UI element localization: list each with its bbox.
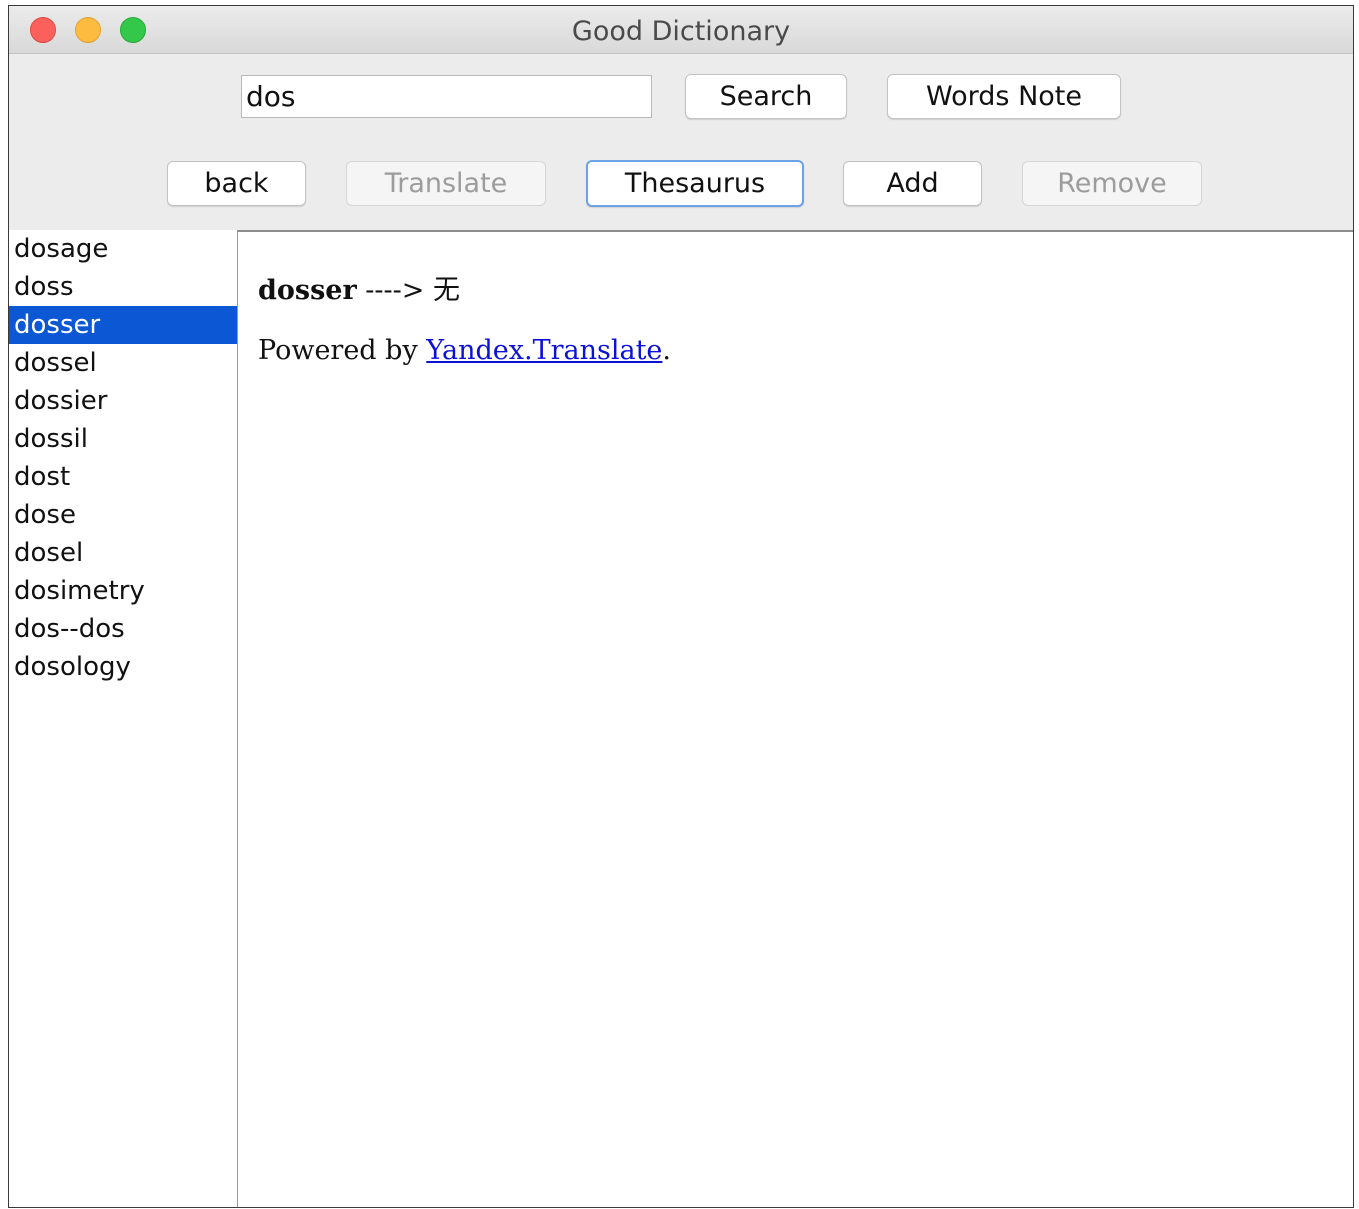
- word-list-item[interactable]: dost: [9, 458, 237, 496]
- add-button[interactable]: Add: [843, 161, 982, 206]
- words-note-button[interactable]: Words Note: [887, 74, 1121, 119]
- app-window: Good Dictionary Search Words Note back T…: [8, 5, 1354, 1208]
- translation-text: 无: [432, 275, 460, 306]
- word-list-item[interactable]: dos--dos: [9, 610, 237, 648]
- word-list-item[interactable]: dossel: [9, 344, 237, 382]
- word-list-item[interactable]: dosimetry: [9, 572, 237, 610]
- word-list-item[interactable]: dosel: [9, 534, 237, 572]
- window-title: Good Dictionary: [571, 16, 791, 47]
- attribution-line: Powered by Yandex.Translate.: [258, 335, 671, 366]
- translation-line: dosser ----> 无: [258, 268, 460, 307]
- word-list-item[interactable]: dosology: [9, 648, 237, 686]
- word-list[interactable]: dosage doss dosser dossel dossier dossil…: [9, 230, 237, 1207]
- translation-arrow: ---->: [356, 275, 433, 306]
- search-input[interactable]: [241, 75, 652, 118]
- word-list-item[interactable]: dossier: [9, 382, 237, 420]
- word-list-item[interactable]: dossil: [9, 420, 237, 458]
- word-list-item[interactable]: dose: [9, 496, 237, 534]
- headword: dosser: [258, 275, 357, 306]
- title-bar[interactable]: Good Dictionary: [9, 6, 1353, 54]
- translate-button[interactable]: Translate: [346, 161, 546, 206]
- word-list-item[interactable]: doss: [9, 268, 237, 306]
- word-list-item-selected[interactable]: dosser: [9, 306, 237, 344]
- back-button[interactable]: back: [167, 161, 306, 206]
- toolbar: Search Words Note back Translate Thesaur…: [9, 54, 1353, 230]
- attribution-suffix: .: [662, 335, 671, 366]
- thesaurus-button[interactable]: Thesaurus: [586, 160, 804, 207]
- remove-button[interactable]: Remove: [1022, 161, 1202, 206]
- word-list-item[interactable]: dosage: [9, 230, 237, 268]
- yandex-translate-link[interactable]: Yandex.Translate: [426, 335, 662, 366]
- search-button[interactable]: Search: [685, 74, 847, 119]
- attribution-prefix: Powered by: [258, 335, 427, 366]
- definition-pane: dosser ----> 无 Powered by Yandex.Transla…: [238, 230, 1353, 1207]
